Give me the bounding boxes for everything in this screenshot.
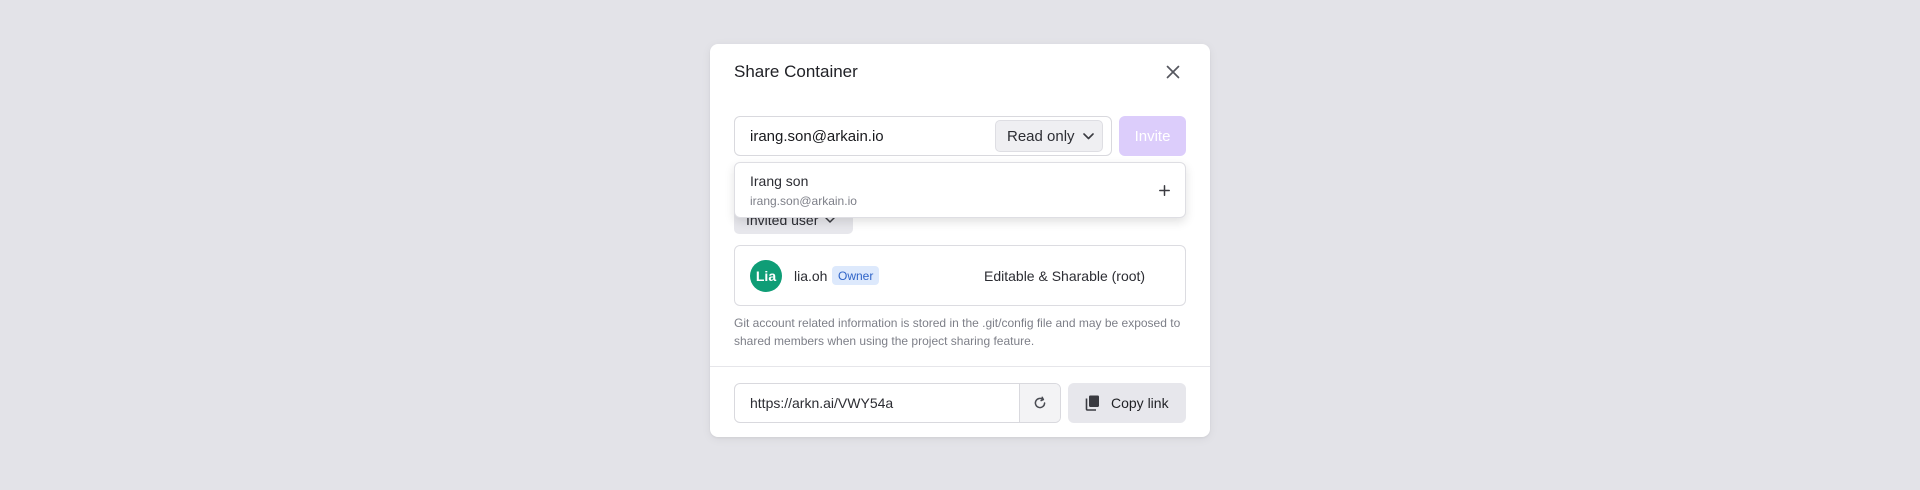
copy-link-button[interactable]: Copy link bbox=[1068, 383, 1186, 423]
divider bbox=[710, 366, 1210, 367]
plus-icon bbox=[1158, 184, 1170, 196]
copy-link-label: Copy link bbox=[1111, 395, 1169, 411]
member-row: Lia lia.oh Owner Editable & Sharable (ro… bbox=[734, 245, 1186, 306]
chevron-down-icon bbox=[1082, 132, 1094, 140]
git-notice: Git account related information is store… bbox=[734, 316, 1181, 348]
add-user-button[interactable] bbox=[1158, 184, 1170, 196]
share-link-field[interactable] bbox=[750, 384, 1010, 422]
email-field[interactable] bbox=[750, 117, 985, 155]
member-permission: Editable & Sharable (root) bbox=[984, 268, 1146, 284]
share-link-container bbox=[734, 383, 1061, 423]
permission-select-label: Read only bbox=[1007, 127, 1075, 145]
avatar: Lia bbox=[750, 260, 782, 292]
dialog-title: Share Container bbox=[734, 62, 858, 81]
share-dialog: Share Container Read only Invite Invited… bbox=[710, 44, 1210, 437]
invite-row: Read only Invite bbox=[734, 116, 1186, 156]
owner-badge: Owner bbox=[832, 266, 880, 285]
close-button[interactable] bbox=[1164, 63, 1182, 81]
refresh-link-button[interactable] bbox=[1019, 384, 1060, 422]
close-icon[interactable] bbox=[1166, 65, 1180, 79]
member-name: lia.oh bbox=[794, 268, 828, 284]
suggestion-name: Irang son bbox=[750, 173, 809, 189]
invite-button[interactable]: Invite bbox=[1119, 116, 1186, 156]
copy-icon bbox=[1085, 395, 1100, 411]
email-field-container: Read only bbox=[734, 116, 1112, 156]
suggestion-email: irang.son@arkain.io bbox=[750, 194, 857, 208]
permission-select[interactable]: Read only bbox=[995, 120, 1103, 152]
refresh-icon bbox=[1034, 396, 1046, 409]
user-suggestion-dropdown[interactable]: Irang son irang.son@arkain.io bbox=[734, 162, 1186, 218]
